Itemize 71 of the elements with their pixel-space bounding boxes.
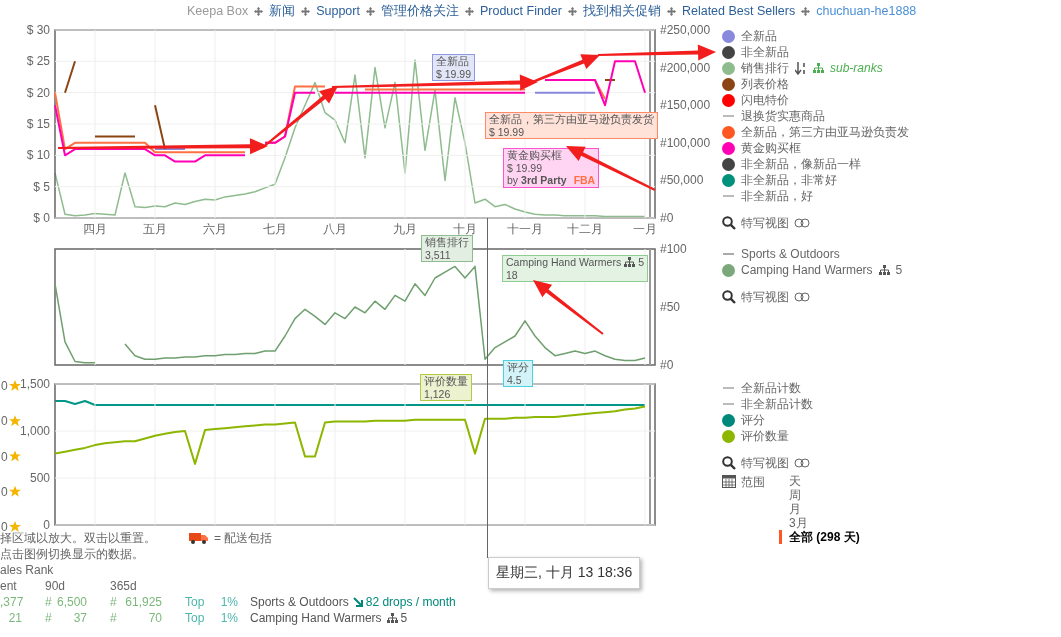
tooltip: Camping Hand Warmers 5 18 <box>502 255 648 282</box>
axis-label: 1,500 <box>19 377 50 391</box>
axis-label: 十月 <box>453 222 477 236</box>
axis-label: 0 <box>1 520 8 534</box>
axis-label: 0 <box>1 379 8 393</box>
axis-label: 十一月 <box>507 222 543 236</box>
table-cell-text: # <box>45 610 53 626</box>
axis-label: #50 <box>660 300 681 314</box>
column-header: 90d <box>45 578 67 594</box>
table-cell-text: 61,925 <box>124 594 162 610</box>
date-label: 星期三, 十月 13 18:36 <box>488 557 641 589</box>
axis-label: 500 <box>29 471 50 485</box>
axis-label: 0 <box>43 518 50 532</box>
axis-label: $ 30 <box>26 23 50 37</box>
column-header: ent <box>0 578 18 594</box>
column-header: 365d <box>110 578 137 594</box>
axis-label: $ 15 <box>26 117 50 131</box>
axis-label: 九月 <box>393 222 417 236</box>
table-cell-text: Top <box>185 610 206 626</box>
axis-label: $ 10 <box>26 148 50 163</box>
hint-text: 点击图例切换显示的数据。 <box>0 546 144 562</box>
tooltip: 黄金购买框 $ 19.99 by 3rd Party FBA <box>503 148 600 188</box>
table-cell-text: 1% <box>219 594 238 610</box>
axis-label: #150,000 <box>660 98 711 113</box>
table-cell: ,377 <box>0 594 22 610</box>
axis-label: 八月 <box>323 222 347 236</box>
axis-label: 七月 <box>263 222 287 236</box>
axis-label: $ 20 <box>26 85 50 100</box>
table-cell-text: 1% <box>219 610 238 626</box>
subrank-count: 5 <box>400 610 408 626</box>
range-label: 范围 <box>741 474 765 491</box>
table-cell-text: 37 <box>72 610 87 626</box>
axis-label: 十二月 <box>567 222 603 236</box>
tooltip: 评价数量 1,126 <box>420 374 472 401</box>
axis-label: #100 <box>660 242 687 256</box>
table-cell-text: # <box>110 594 118 610</box>
axis-label: 一月 <box>633 222 657 236</box>
axis-label: #0 <box>660 211 674 225</box>
legend-text: = 配送包括 <box>214 530 273 546</box>
axis-label: 四月 <box>83 222 107 236</box>
axis-label: 1,000 <box>19 424 50 438</box>
axis-label: #50,000 <box>660 173 704 188</box>
category-name: Sports & Outdoors <box>250 594 349 610</box>
axis-label: 0 <box>1 449 8 464</box>
tooltip: 全新品，第三方由亚马逊负责发货 $ 19.99 <box>485 112 658 139</box>
axis-label: #0 <box>660 358 674 372</box>
table-cell-text: # <box>110 610 118 626</box>
section-title: ales Rank <box>0 562 54 578</box>
axis-label: 六月 <box>203 222 227 236</box>
category-name: Camping Hand Warmers <box>250 610 382 626</box>
axis-label: #100,000 <box>660 135 711 150</box>
axis-label: $ 25 <box>26 54 50 69</box>
tooltip: 评分 4.5 <box>503 360 533 387</box>
axis-label: 0 <box>1 484 8 499</box>
subrank-count: 5 <box>895 263 903 277</box>
drops-text: 82 drops / month <box>365 594 456 610</box>
tooltip: 全新品 $ 19.99 <box>432 54 476 81</box>
table-cell-text: 70 <box>147 610 162 626</box>
axis-label: #250,000 <box>660 23 711 37</box>
axis-label: 0 <box>1 414 8 429</box>
hint-text: 择区域以放大。双击以重置。 <box>0 531 156 546</box>
axis-label: $ 0 <box>33 211 50 225</box>
table-cell: 6,500 <box>55 594 87 610</box>
nav-label: Keepa Box <box>187 4 249 18</box>
tooltip: 销售排行 3,511 <box>421 235 473 262</box>
table-cell-text: # <box>45 594 53 610</box>
table-cell-text: Top <box>185 594 206 610</box>
axis-label: #200,000 <box>660 60 711 75</box>
table-cell-text: 21 <box>7 610 22 626</box>
axis-label: 五月 <box>143 222 167 236</box>
axis-label: $ 5 <box>33 179 50 194</box>
